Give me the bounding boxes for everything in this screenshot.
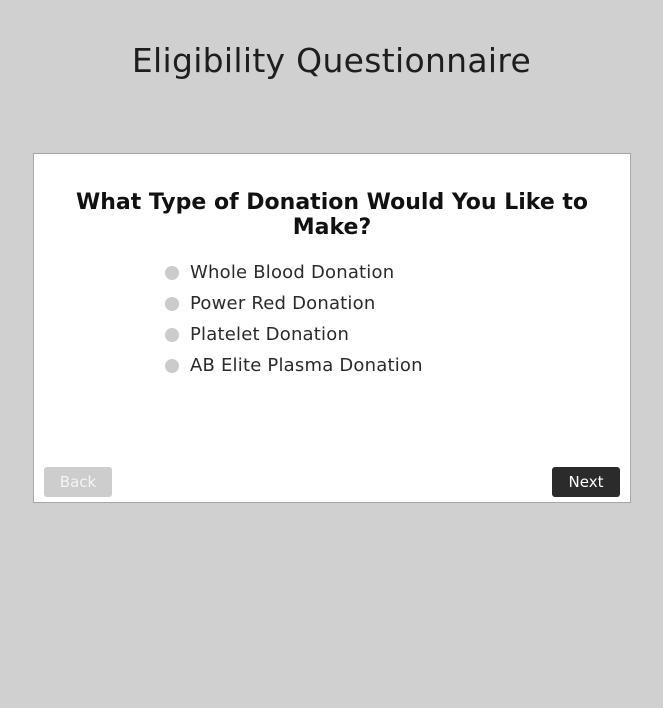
- page-title: Eligibility Questionnaire: [131, 41, 532, 80]
- donation-type-options: Whole Blood Donation Power Red Donation …: [165, 257, 423, 381]
- option-power-red[interactable]: Power Red Donation: [165, 288, 423, 319]
- next-button[interactable]: Next: [552, 467, 620, 497]
- option-platelet[interactable]: Platelet Donation: [165, 319, 423, 350]
- radio-button[interactable]: [165, 358, 179, 373]
- radio-button[interactable]: [165, 327, 179, 342]
- option-label: Power Red Donation: [190, 293, 376, 314]
- option-label: AB Elite Plasma Donation: [190, 355, 423, 376]
- option-whole-blood[interactable]: Whole Blood Donation: [165, 257, 423, 288]
- option-label: Whole Blood Donation: [190, 262, 395, 283]
- option-ab-elite-plasma[interactable]: AB Elite Plasma Donation: [165, 350, 423, 381]
- radio-button[interactable]: [165, 296, 179, 311]
- radio-button[interactable]: [165, 265, 179, 280]
- question-card: What Type of Donation Would You Like to …: [33, 153, 631, 503]
- back-button[interactable]: Back: [44, 467, 112, 497]
- question-text: What Type of Donation Would You Like to …: [75, 190, 589, 240]
- option-label: Platelet Donation: [190, 324, 350, 345]
